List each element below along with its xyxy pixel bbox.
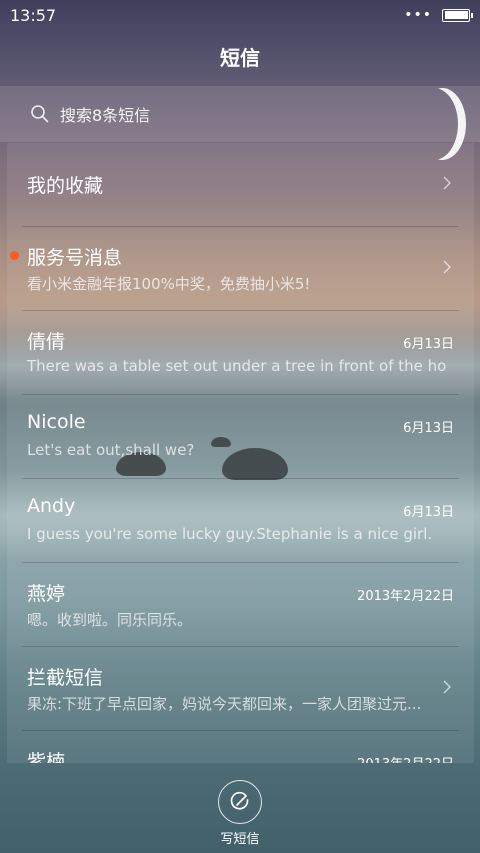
compose-label: 写短信 bbox=[220, 832, 260, 847]
search-input[interactable]: 搜索8条短信 bbox=[0, 86, 480, 142]
list-item-preview: 看小米金融年报100%中奖，免费抽小米5! bbox=[27, 275, 311, 293]
chevron-right-icon bbox=[443, 680, 451, 694]
compose-button[interactable] bbox=[218, 780, 262, 824]
list-item-conversation[interactable]: Andy 6月13日 I guess you're some lucky guy… bbox=[7, 479, 474, 563]
list-item-preview: I guess you're some lucky guy.Stephanie … bbox=[27, 525, 433, 543]
list-item-title: Nicole bbox=[27, 411, 86, 433]
status-bar: 13:57 ••• bbox=[0, 0, 480, 30]
list-item-title: Andy bbox=[27, 495, 76, 517]
list-item-preview: 嗯。收到啦。同乐同乐。 bbox=[27, 611, 193, 629]
list-item-date: 6月13日 bbox=[403, 505, 454, 520]
list-item-title: 紫楠 bbox=[27, 751, 66, 763]
list-item-title: 服务号消息 bbox=[27, 247, 123, 269]
list-item-title: 我的收藏 bbox=[27, 175, 104, 197]
list-item-conversation[interactable]: 燕婷 2013年2月22日 嗯。收到啦。同乐同乐。 bbox=[7, 563, 474, 647]
message-list[interactable]: 我的收藏 服务号消息 看小米金融年报100%中奖，免费抽小米5! 倩倩 6月13… bbox=[7, 143, 474, 763]
list-item-preview: Let's eat out,shall we? bbox=[27, 441, 195, 459]
battery-icon bbox=[442, 8, 473, 22]
list-item-preview: 果冻:下班了早点回家，妈说今天都回来，一家人团聚过元... bbox=[27, 695, 422, 713]
chevron-right-icon bbox=[443, 176, 451, 190]
list-item-service-messages[interactable]: 服务号消息 看小米金融年报100%中奖，免费抽小米5! bbox=[7, 227, 474, 311]
list-item-title: 拦截短信 bbox=[27, 667, 104, 689]
list-item-date: 6月13日 bbox=[403, 337, 454, 352]
list-item-blocked-messages[interactable]: 拦截短信 果冻:下班了早点回家，妈说今天都回来，一家人团聚过元... bbox=[7, 647, 474, 731]
list-item-title: 倩倩 bbox=[27, 331, 66, 353]
unread-dot bbox=[10, 251, 19, 260]
more-dots-icon: ••• bbox=[404, 7, 432, 23]
list-item-date: 6月13日 bbox=[403, 421, 454, 436]
list-item-date: 2013年2月22日 bbox=[357, 753, 454, 763]
compose-icon bbox=[230, 791, 249, 810]
page-title: 短信 bbox=[220, 46, 260, 70]
search-icon bbox=[31, 105, 49, 123]
status-time: 13:57 bbox=[10, 5, 57, 25]
list-item-preview: There was a table set out under a tree i… bbox=[27, 357, 447, 375]
list-item-conversation[interactable]: 紫楠 2013年2月22日 bbox=[7, 731, 474, 763]
search-placeholder: 搜索8条短信 bbox=[60, 106, 151, 125]
list-item-title: 燕婷 bbox=[27, 583, 66, 605]
list-item-favorites[interactable]: 我的收藏 bbox=[7, 143, 474, 227]
status-icons: ••• bbox=[404, 7, 473, 23]
list-item-conversation[interactable]: Nicole 6月13日 Let's eat out,shall we? bbox=[7, 395, 474, 479]
chevron-right-icon bbox=[443, 260, 451, 274]
list-item-date: 2013年2月22日 bbox=[357, 589, 454, 604]
list-item-conversation[interactable]: 倩倩 6月13日 There was a table set out under… bbox=[7, 311, 474, 395]
